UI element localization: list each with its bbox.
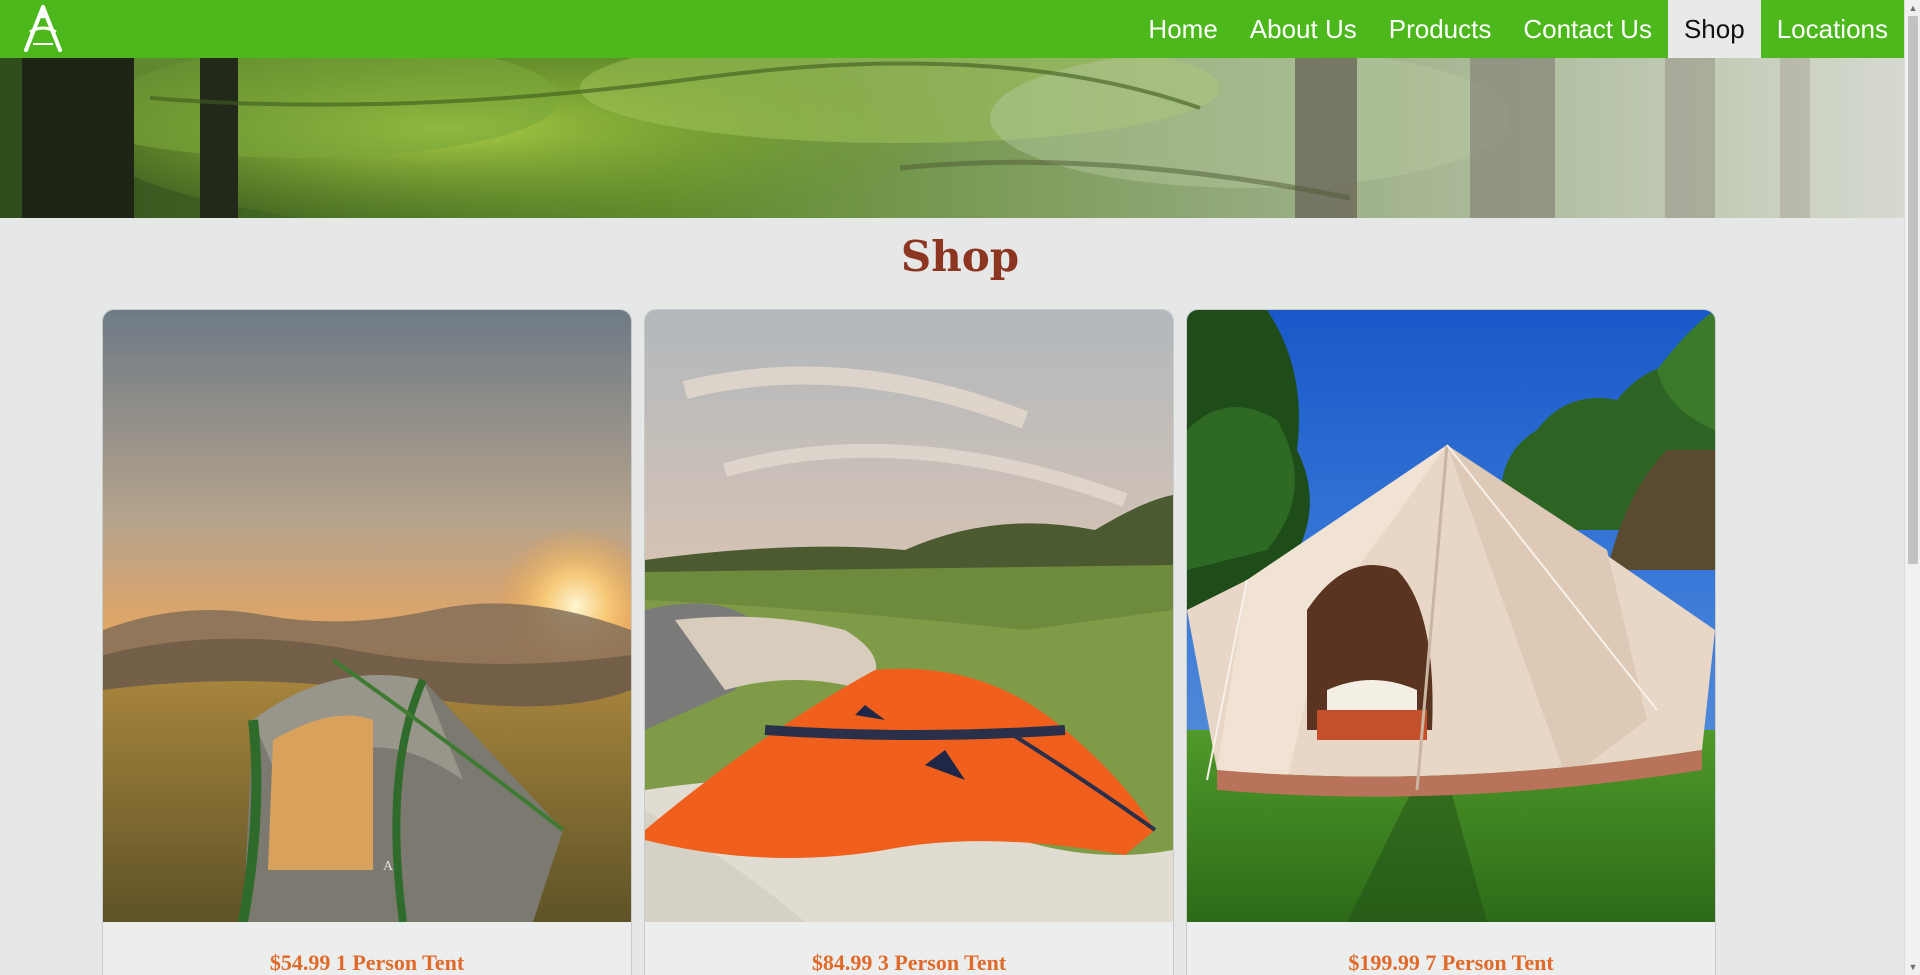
product-card[interactable]: $199.99 7 Person Tent [1186,309,1716,975]
nav-locations[interactable]: Locations [1761,0,1904,58]
nav-links: Home About Us Products Contact Us Shop L… [1132,0,1904,58]
svg-text:A: A [383,859,394,874]
scroll-up-arrow-icon[interactable]: ▲ [1905,0,1920,16]
product-card[interactable]: A $54.99 1 Person Tent [102,309,632,975]
page-title: Shop [900,232,1020,281]
nav-products[interactable]: Products [1373,0,1508,58]
product-caption[interactable]: $84.99 3 Person Tent [645,922,1173,975]
product-price: $54.99 [269,950,331,975]
product-name: 1 Person Tent [335,950,465,975]
navbar: Home About Us Products Contact Us Shop L… [0,0,1904,58]
nav-home[interactable]: Home [1132,0,1233,58]
product-caption[interactable]: $54.99 1 Person Tent [103,922,631,975]
product-price: $199.99 [1348,950,1420,975]
product-image[interactable]: A [103,310,631,922]
product-price: $84.99 [811,950,873,975]
product-card[interactable]: $84.99 3 Person Tent [644,309,1174,975]
scrollbar-thumb[interactable] [1908,16,1918,564]
nav-contact-us[interactable]: Contact Us [1507,0,1668,58]
acadia-park-logo-icon[interactable] [20,4,66,54]
product-name: 3 Person Tent [877,950,1007,975]
bell-tent-in-jungle-image [1187,310,1715,922]
nav-about-us[interactable]: About Us [1234,0,1373,58]
product-image[interactable] [645,310,1173,922]
scroll-down-arrow-icon[interactable]: ▼ [1905,959,1920,975]
product-image[interactable] [1187,310,1715,922]
hero-banner [0,58,1904,218]
forest-canopy-image [0,58,1904,218]
nav-shop[interactable]: Shop [1667,0,1761,58]
orange-tent-on-beach-image [645,310,1173,922]
vertical-scrollbar[interactable]: ▲ ▼ [1904,0,1920,975]
product-caption[interactable]: $199.99 7 Person Tent [1187,922,1715,975]
sunset-hillside-dome-tent-image: A [103,310,631,922]
product-name: 7 Person Tent [1425,950,1554,975]
